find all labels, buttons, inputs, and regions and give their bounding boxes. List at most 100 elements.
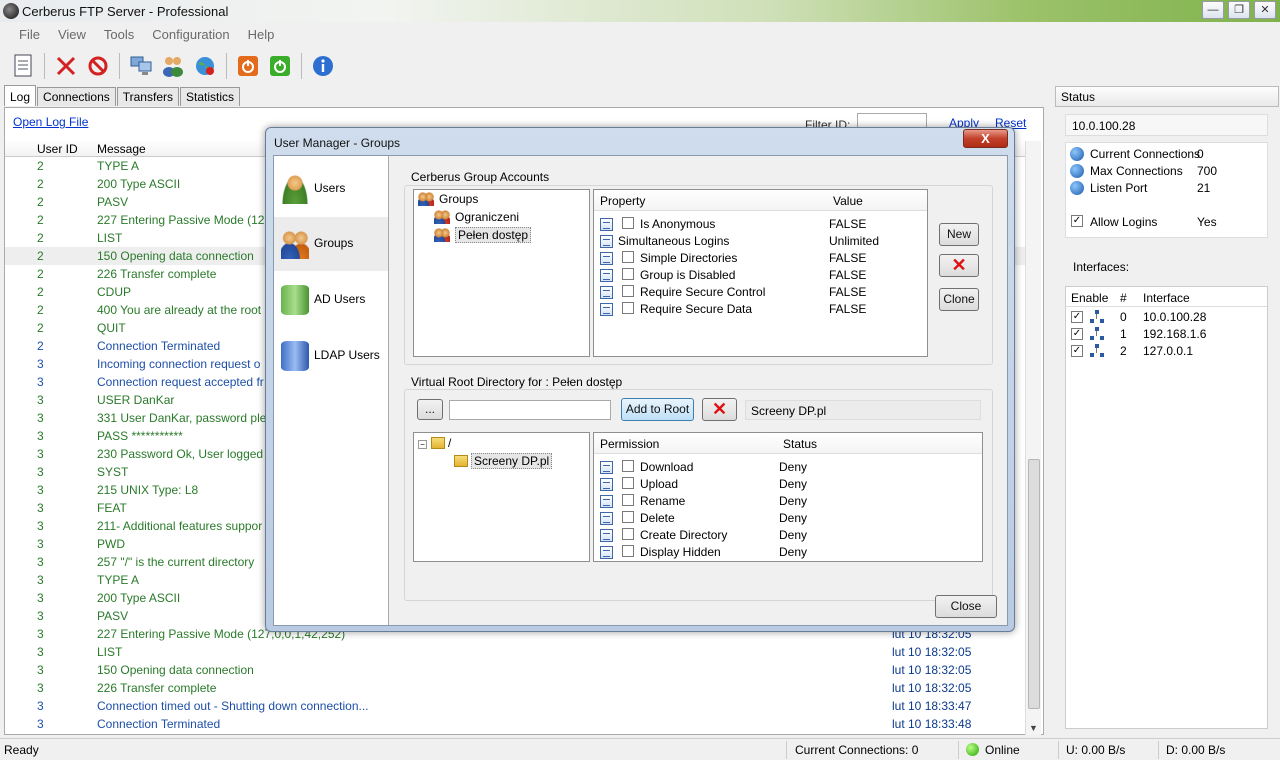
permission-checkbox[interactable] (622, 460, 634, 472)
group-ograniczeni[interactable]: Ograniczeni (434, 210, 519, 224)
permission-row[interactable]: Delete Deny (594, 510, 982, 527)
permission-checkbox[interactable] (622, 494, 634, 506)
permission-checkbox[interactable] (622, 528, 634, 540)
column-permission[interactable]: Permission (600, 437, 659, 451)
menu-configuration[interactable]: Configuration (143, 24, 238, 46)
permission-checkbox[interactable] (622, 477, 634, 489)
disconnect-icon[interactable] (53, 53, 79, 79)
log-row[interactable]: 3 Connection timed out - Shutting down co… (5, 697, 1025, 715)
property-row[interactable]: Is Anonymous FALSE (594, 216, 927, 233)
log-scrollbar[interactable]: ▼ (1025, 141, 1041, 735)
ban-icon[interactable] (85, 53, 111, 79)
interface-enable-checkbox[interactable]: ✓ (1071, 345, 1083, 357)
user-manager-dialog: User Manager - Groups X Users Groups AD … (265, 127, 1015, 632)
tab-log[interactable]: Log (4, 85, 37, 106)
tab-transfers[interactable]: Transfers (116, 87, 179, 106)
column-interface[interactable]: Interface (1143, 291, 1190, 305)
log-row[interactable]: 3 226 Transfer complete lut 10 18:32:05 (5, 679, 1025, 697)
start-server-icon[interactable] (267, 53, 293, 79)
property-row[interactable]: Group is Disabled FALSE (594, 267, 927, 284)
interface-row[interactable]: ✓ 2 127.0.0.1 (1066, 343, 1267, 360)
permission-row[interactable]: Create Directory Deny (594, 527, 982, 544)
menu-view[interactable]: View (49, 24, 95, 46)
group-pelen-dostep[interactable]: Pełen dostęp (434, 227, 532, 243)
dir-screeny[interactable]: Screeny DP.pl (454, 453, 553, 469)
interface-enable-checkbox[interactable]: ✓ (1071, 311, 1083, 323)
menu-help[interactable]: Help (239, 24, 284, 46)
delete-group-icon[interactable]: ✕ (939, 254, 979, 277)
property-checkbox[interactable] (622, 251, 634, 263)
users-icon[interactable] (160, 53, 186, 79)
nav-groups[interactable]: Groups (274, 217, 388, 271)
groups-tree[interactable]: Groups Ograniczeni Pełen dostęp (413, 189, 590, 357)
property-row[interactable]: Require Secure Control FALSE (594, 284, 927, 301)
clone-group-button[interactable]: Clone (939, 288, 979, 311)
permission-row[interactable]: Download Deny (594, 459, 982, 476)
property-checkbox[interactable] (622, 302, 634, 314)
nav-ad-users[interactable]: AD Users (274, 273, 388, 327)
menu-tools[interactable]: Tools (95, 24, 143, 46)
info-icon[interactable] (310, 53, 336, 79)
root-path-input[interactable] (449, 400, 611, 420)
collapse-icon[interactable]: − (418, 440, 427, 449)
remove-root-icon[interactable]: ✕ (702, 398, 737, 421)
interface-address: 192.168.1.6 (1143, 327, 1207, 341)
log-message: 200 Type ASCII (97, 177, 181, 191)
column-enable[interactable]: Enable (1071, 291, 1108, 305)
close-window-button[interactable]: ✕ (1254, 1, 1276, 19)
allow-logins-checkbox[interactable]: ✓ (1071, 215, 1083, 227)
minimize-button[interactable]: — (1202, 1, 1224, 19)
stop-server-icon[interactable] (235, 53, 261, 79)
maximize-button[interactable]: ❐ (1228, 1, 1250, 19)
dir-root[interactable]: − / (418, 436, 451, 450)
property-row[interactable]: Simultaneous Logins Unlimited (594, 233, 927, 250)
tab-connections[interactable]: Connections (37, 87, 116, 106)
permission-row[interactable]: Rename Deny (594, 493, 982, 510)
directory-tree[interactable]: − / Screeny DP.pl (413, 432, 590, 562)
interface-enable-checkbox[interactable]: ✓ (1071, 328, 1083, 340)
groups-root[interactable]: Groups (418, 192, 478, 206)
property-checkbox[interactable] (622, 285, 634, 297)
column-property[interactable]: Property (600, 194, 645, 208)
document-icon[interactable] (10, 53, 36, 79)
property-checkbox[interactable] (622, 268, 634, 280)
add-to-root-button[interactable]: Add to Root (621, 398, 694, 421)
permission-row[interactable]: Upload Deny (594, 476, 982, 493)
permission-status: Deny (779, 477, 808, 491)
scrollbar-thumb[interactable] (1028, 459, 1040, 709)
column-status[interactable]: Status (783, 437, 817, 451)
new-group-button[interactable]: New (939, 223, 979, 246)
log-row[interactable]: 3 Connection Terminated lut 10 18:33:48 (5, 715, 1025, 733)
log-row[interactable]: 3 LIST lut 10 18:32:05 (5, 643, 1025, 661)
log-row[interactable]: 3 150 Opening data connection lut 10 18:32… (5, 661, 1025, 679)
permission-name: Upload (640, 477, 679, 491)
globe-blocked-icon[interactable] (192, 53, 218, 79)
server-manager-icon[interactable] (128, 53, 154, 79)
log-message: Connection Terminated (97, 339, 221, 353)
permission-icon (600, 546, 613, 559)
tab-statistics[interactable]: Statistics (179, 87, 240, 106)
interface-row[interactable]: ✓ 0 10.0.100.28 (1066, 309, 1267, 326)
nav-ldap-users[interactable]: LDAP Users (274, 329, 388, 383)
log-message: CDUP (97, 285, 132, 299)
column-number[interactable]: # (1120, 291, 1127, 305)
dialog-close-button[interactable]: X (963, 129, 1008, 148)
property-row[interactable]: Require Secure Data FALSE (594, 301, 927, 318)
nav-users[interactable]: Users (274, 162, 388, 216)
column-user-id[interactable]: User ID (37, 142, 78, 156)
column-message[interactable]: Message (97, 142, 146, 156)
permission-checkbox[interactable] (622, 545, 634, 557)
column-value[interactable]: Value (833, 194, 863, 208)
permission-row[interactable]: Display Hidden Deny (594, 544, 982, 561)
close-button[interactable]: Close (935, 595, 997, 618)
permission-icon (600, 495, 613, 508)
scroll-down-icon[interactable]: ▼ (1029, 723, 1038, 733)
interface-row[interactable]: ✓ 1 192.168.1.6 (1066, 326, 1267, 343)
menu-file[interactable]: File (10, 24, 49, 46)
browse-button[interactable]: ... (417, 399, 443, 420)
permission-checkbox[interactable] (622, 511, 634, 523)
property-checkbox[interactable] (622, 217, 634, 229)
ldap-database-icon (281, 341, 309, 371)
open-log-file-link[interactable]: Open Log File (13, 115, 88, 129)
property-row[interactable]: Simple Directories FALSE (594, 250, 927, 267)
